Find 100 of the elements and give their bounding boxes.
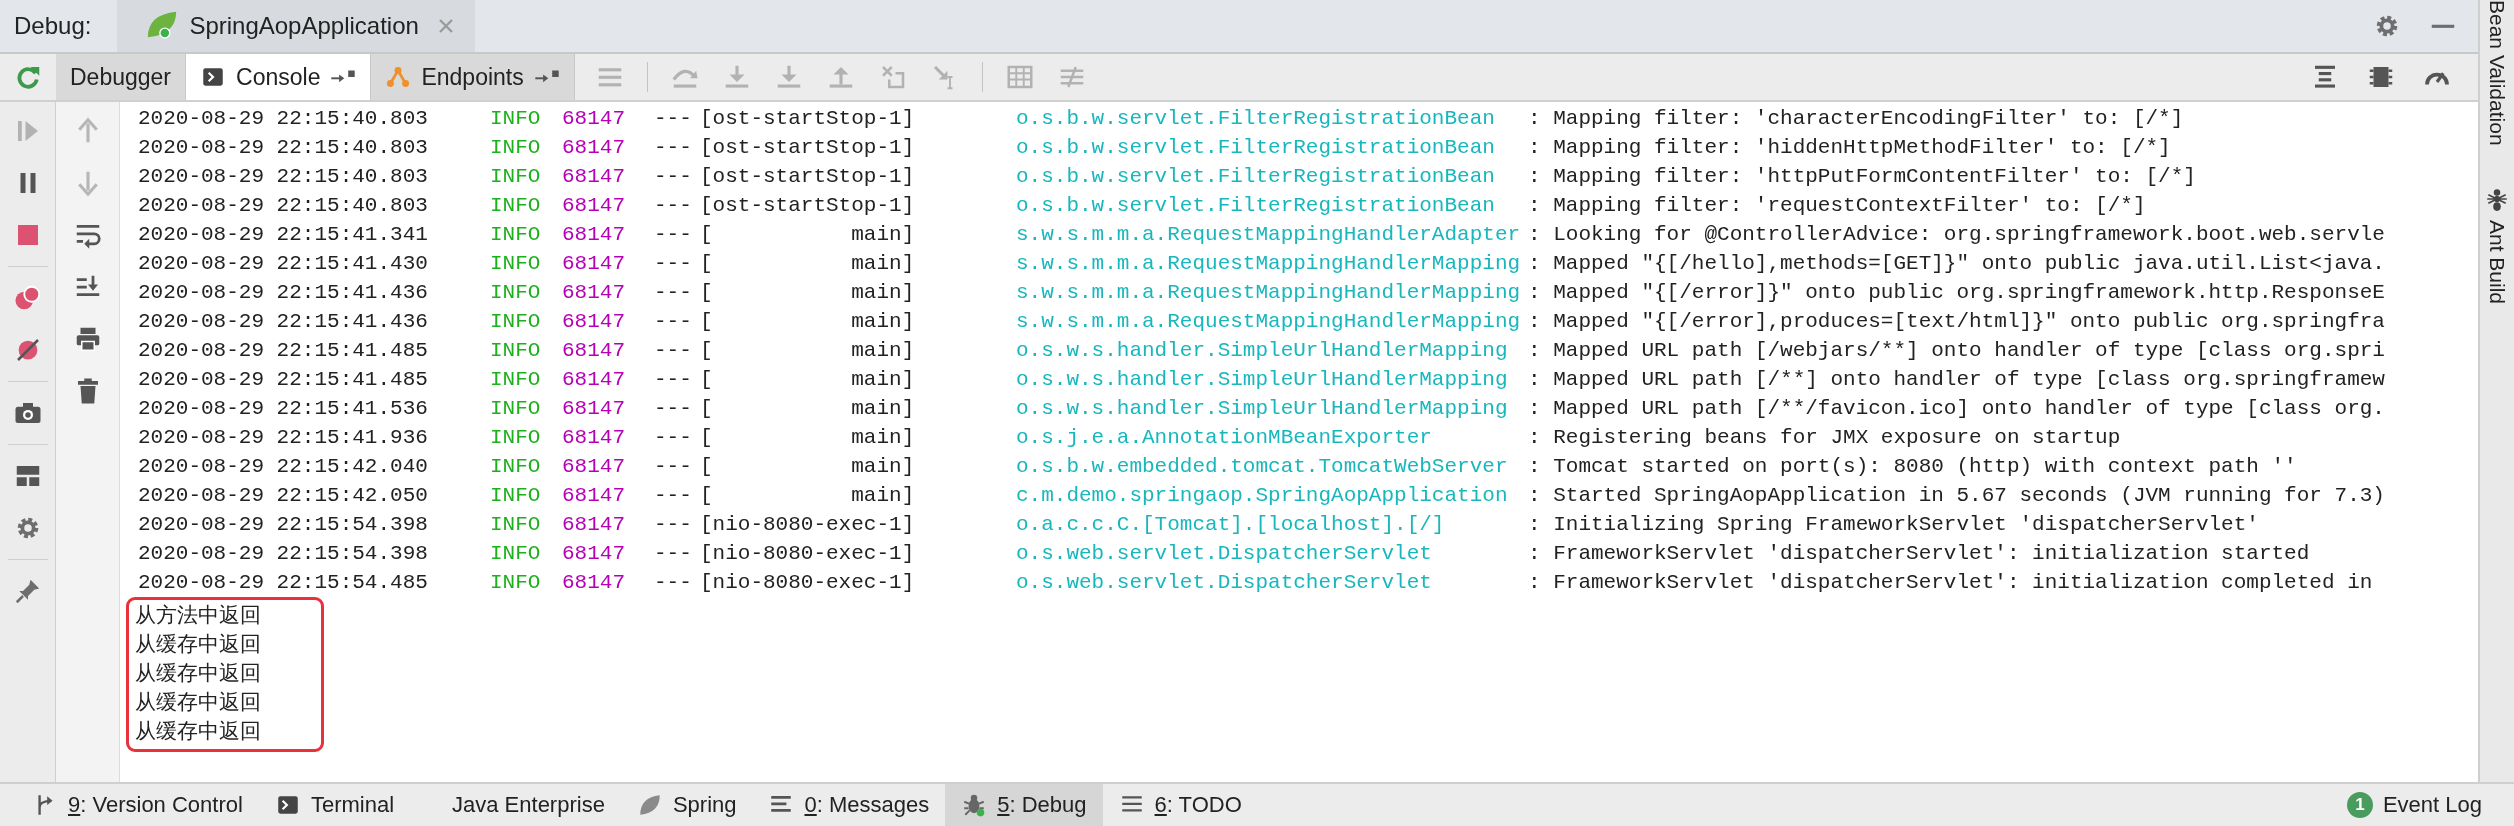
output-line: 从缓存中返回	[135, 717, 261, 745]
log-separator: ---	[654, 281, 693, 304]
logger-name: c.m.demo.springaop.SpringAopApplication	[1016, 484, 1509, 507]
log-message: : Registering beans for JMX exposure on startup	[1528, 426, 2122, 449]
notification-badge: 1	[2346, 792, 2373, 818]
log-separator: ---	[654, 223, 693, 246]
process-id: 68147	[562, 397, 626, 420]
log-level: INFO	[490, 368, 542, 391]
log-timestamp: 2020-08-29 22:15:41.936	[138, 426, 429, 449]
log-timestamp: 2020-08-29 22:15:54.485	[138, 571, 429, 594]
process-id: 68147	[562, 310, 626, 333]
toolbar-tab[interactable]: Endpoints	[371, 54, 575, 100]
logger-name: o.s.b.w.embedded.tomcat.TomcatWebServer	[1016, 455, 1509, 478]
log-level: INFO	[490, 136, 542, 159]
logger-name: o.s.w.s.handler.SimpleUrlHandlerMapping	[1016, 339, 1509, 362]
log-level: INFO	[490, 513, 542, 536]
log-message: : Mapped "{[/error]}" onto public org.springframework.http.ResponseE	[1528, 281, 2386, 304]
log-level: INFO	[490, 252, 542, 275]
logger-name: s.w.s.m.m.a.RequestMappingHandlerMapping	[1016, 310, 1522, 333]
process-id: 68147	[562, 136, 626, 159]
output-line: 从缓存中返回	[135, 688, 261, 716]
logger-name: o.s.b.w.servlet.FilterRegistrationBean	[1016, 165, 1496, 188]
log-separator: ---	[654, 310, 693, 333]
detach-icon[interactable]	[533, 69, 560, 85]
log-timestamp: 2020-08-29 22:15:41.536	[138, 397, 429, 420]
logger-name: o.s.w.s.handler.SimpleUrlHandlerMapping	[1016, 368, 1509, 391]
logger-name: o.s.j.e.a.AnnotationMBeanExporter	[1016, 426, 1433, 449]
process-id: 68147	[562, 223, 626, 246]
thread-name: [nio-8080-exec-1]	[700, 542, 916, 565]
logger-name: o.s.b.w.servlet.FilterRegistrationBean	[1016, 136, 1496, 159]
toolbar-tab[interactable]: Console	[186, 54, 372, 100]
log-message: : Started SpringAopApplication in 5.67 seconds (JVM running for 7.3)	[1528, 484, 2386, 507]
log-separator: ---	[654, 136, 693, 159]
event-log-button[interactable]: 1 Event Log	[2330, 784, 2498, 826]
logger-name: o.s.b.w.servlet.FilterRegistrationBean	[1016, 194, 1496, 217]
logger-name: s.w.s.m.m.a.RequestMappingHandlerMapping	[1016, 281, 1522, 304]
output-line: 从缓存中返回	[135, 659, 261, 687]
logger-name: o.a.c.c.C.[Tomcat].[localhost].[/]	[1016, 513, 1446, 536]
process-id: 68147	[562, 252, 626, 275]
logger-name: o.s.web.servlet.DispatcherServlet	[1016, 571, 1433, 594]
thread-name: [ost-startStop-1]	[700, 165, 916, 188]
log-timestamp: 2020-08-29 22:15:54.398	[138, 513, 429, 536]
log-message: : Mapped "{[/hello],methods=[GET]}" onto public java.util.List<java.	[1528, 252, 2386, 275]
thread-name: [ main]	[700, 455, 916, 478]
log-timestamp: 2020-08-29 22:15:41.485	[138, 339, 429, 362]
thread-name: [ main]	[700, 223, 916, 246]
log-message: : Mapped URL path [/**/favicon.ico] onto handler of type [class org.	[1528, 397, 2386, 420]
log-level: INFO	[490, 397, 542, 420]
toolbar-tab[interactable]: Debugger	[56, 54, 187, 100]
log-message: : Tomcat started on port(s): 8080 (http) with context path ''	[1528, 455, 2298, 478]
thread-name: [ main]	[700, 484, 916, 507]
panel-title: Debug:	[13, 12, 92, 40]
process-id: 68147	[562, 107, 626, 130]
thread-name: [ main]	[700, 310, 916, 333]
log-message: : Mapped URL path [/webjars/**] onto handler of type [class org.spri	[1528, 339, 2386, 362]
side-panel-tab[interactable]: Bean Validation	[2485, 0, 2509, 186]
log-timestamp: 2020-08-29 22:15:40.803	[138, 136, 429, 159]
log-message: : Mapping filter: 'characterEncodingFilter' to: [/*]	[1528, 107, 2185, 130]
log-level: INFO	[490, 484, 542, 507]
tool-window-button[interactable]: 5: Debug	[945, 784, 1103, 826]
nodes-icon	[385, 64, 412, 90]
log-timestamp: 2020-08-29 22:15:41.436	[138, 281, 429, 304]
tool-window-button[interactable]: Terminal	[258, 784, 411, 826]
log-level: INFO	[490, 310, 542, 333]
run-tab[interactable]: SpringAopApplication	[117, 0, 475, 52]
tool-window-button[interactable]: Java Enterprise	[410, 784, 621, 826]
log-message: : FrameworkServlet 'dispatcherServlet': initialization started	[1528, 542, 2311, 565]
log-separator: ---	[654, 455, 693, 478]
log-separator: ---	[654, 107, 693, 130]
log-message: : Mapping filter: 'hiddenHttpMethodFilter' to: [/*]	[1528, 136, 2172, 159]
log-message: : Mapping filter: 'requestContextFilter' to: [/*]	[1528, 194, 2147, 217]
thread-name: [ main]	[700, 397, 916, 420]
process-id: 68147	[562, 165, 626, 188]
log-timestamp: 2020-08-29 22:15:40.803	[138, 165, 429, 188]
log-separator: ---	[654, 339, 693, 362]
log-separator: ---	[654, 513, 693, 536]
log-level: INFO	[490, 455, 542, 478]
tool-window-button[interactable]: 0: Messages	[752, 784, 946, 826]
log-level: INFO	[490, 339, 542, 362]
tool-window-button[interactable]: Spring	[620, 784, 753, 826]
log-level: INFO	[490, 426, 542, 449]
log-timestamp: 2020-08-29 22:15:42.050	[138, 484, 429, 507]
log-level: INFO	[490, 107, 542, 130]
detach-icon[interactable]	[330, 69, 357, 85]
log-separator: ---	[654, 571, 693, 594]
log-separator: ---	[654, 426, 693, 449]
process-id: 68147	[562, 484, 626, 507]
log-timestamp: 2020-08-29 22:15:42.040	[138, 455, 429, 478]
log-timestamp: 2020-08-29 22:15:41.341	[138, 223, 429, 246]
process-id: 68147	[562, 368, 626, 391]
log-level: INFO	[490, 223, 542, 246]
thread-name: [ main]	[700, 426, 916, 449]
tool-window-button[interactable]: 9: Version Control	[16, 784, 259, 826]
log-timestamp: 2020-08-29 22:15:40.803	[138, 107, 429, 130]
thread-name: [ main]	[700, 339, 916, 362]
side-panel-tab[interactable]: Ant Build	[2484, 185, 2510, 344]
process-id: 68147	[562, 339, 626, 362]
tool-window-button[interactable]: 6: TODO	[1102, 784, 1258, 826]
process-id: 68147	[562, 571, 626, 594]
log-level: INFO	[490, 542, 542, 565]
